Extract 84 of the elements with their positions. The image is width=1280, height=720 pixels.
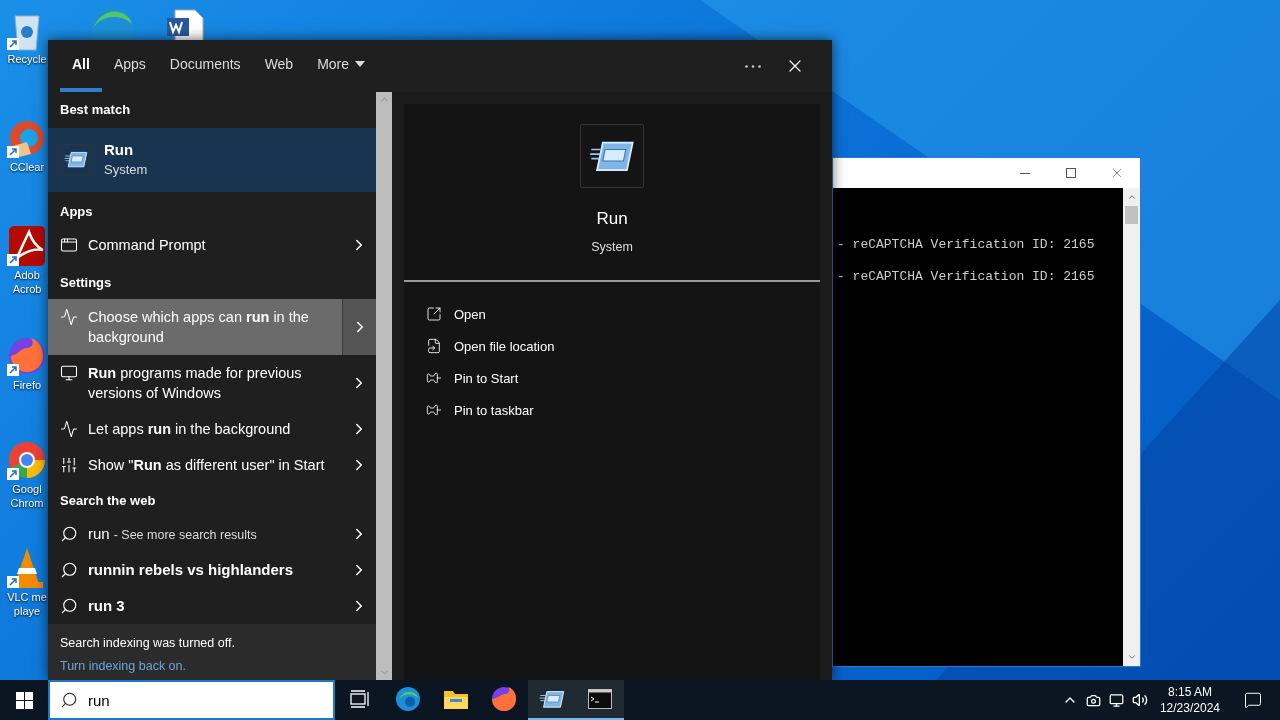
web-result-item[interactable]: run - See more search results bbox=[48, 516, 376, 552]
preview-action[interactable]: Pin to Start bbox=[426, 362, 798, 395]
fox-globe-icon bbox=[491, 686, 517, 712]
desktop-icon-label: VLC me bbox=[7, 590, 47, 604]
run-icon bbox=[64, 149, 88, 170]
preview-action[interactable]: Open bbox=[426, 298, 798, 331]
file-icon bbox=[426, 338, 442, 355]
indexing-message: Search indexing was turned off. bbox=[60, 635, 236, 652]
result-text: Command Prompt bbox=[88, 236, 207, 255]
desktop-icon-label: playe bbox=[13, 604, 41, 618]
filter-tab[interactable]: All bbox=[60, 40, 102, 92]
web-query: runnin rebels vs highlanders bbox=[88, 559, 294, 580]
close-icon bbox=[1110, 166, 1124, 180]
result-item[interactable]: Choose which apps can run in the background bbox=[48, 298, 376, 355]
scroll-thumb[interactable] bbox=[1125, 206, 1138, 224]
search-icon bbox=[60, 525, 78, 543]
scroll-up-icon[interactable] bbox=[1126, 192, 1137, 202]
search-box[interactable]: run bbox=[48, 680, 335, 720]
network-icon[interactable] bbox=[1108, 692, 1124, 708]
desktop-icon-label: Acrob bbox=[12, 282, 42, 296]
result-item[interactable]: Run programs made for previous versions of Windows bbox=[48, 354, 376, 411]
web-query: run 3 bbox=[88, 595, 125, 616]
search-icon bbox=[60, 561, 78, 579]
open-window-icon bbox=[426, 306, 442, 323]
clock-date: 12/23/2024 bbox=[1159, 700, 1220, 716]
camera-icon[interactable] bbox=[1085, 692, 1101, 708]
filter-tab[interactable]: More bbox=[305, 40, 378, 92]
search-icon bbox=[60, 597, 78, 615]
preview-title: Run bbox=[596, 208, 628, 230]
taskbar-app-button[interactable] bbox=[528, 680, 576, 720]
scrollbar[interactable] bbox=[1123, 188, 1140, 666]
task-view-icon bbox=[350, 690, 370, 708]
preview-subtitle: System bbox=[591, 238, 633, 256]
section-heading: Apps bbox=[59, 202, 94, 221]
desktop-icon-label: Googl bbox=[12, 482, 42, 496]
taskbar-app-button[interactable] bbox=[576, 680, 624, 720]
run-dialog-icon bbox=[539, 688, 565, 710]
search-field[interactable]: run bbox=[88, 682, 333, 718]
scroll-down-icon[interactable] bbox=[1126, 652, 1137, 662]
indexing-link[interactable]: Turn indexing back on. bbox=[60, 656, 364, 676]
web-query: run bbox=[88, 523, 110, 544]
result-text: Let apps run in the background bbox=[88, 419, 292, 439]
folder-icon bbox=[443, 688, 469, 710]
section-heading: Search the web bbox=[59, 491, 157, 510]
edge-logo-icon[interactable] bbox=[88, 4, 136, 40]
desktop-icon-label: Recycle bbox=[7, 52, 47, 66]
filter-tab[interactable]: Documents bbox=[157, 40, 253, 92]
result-item[interactable]: Show "Run as different user" in Start bbox=[48, 446, 376, 483]
web-result-item[interactable]: runnin rebels vs highlanders bbox=[48, 552, 376, 588]
notifications-icon[interactable] bbox=[1244, 691, 1262, 709]
caret-icon bbox=[355, 61, 366, 67]
window-icon bbox=[60, 236, 78, 254]
section-heading: Best match bbox=[59, 101, 132, 119]
activity-chart-icon bbox=[60, 419, 78, 438]
clock-time: 8:15 AM bbox=[1167, 684, 1212, 700]
console-line: - reCAPTCHA Verification ID: 2165 bbox=[837, 236, 1096, 254]
windows-logo-icon bbox=[15, 691, 33, 709]
ellipsis-icon bbox=[745, 64, 761, 68]
result-item[interactable]: Let apps run in the background bbox=[48, 410, 376, 447]
monitor-icon bbox=[60, 363, 78, 382]
result-item[interactable]: Command Prompt bbox=[48, 227, 376, 263]
desktop-icon-label: CClear bbox=[9, 160, 45, 174]
web-hint: - See more search results bbox=[113, 526, 257, 544]
volume-icon[interactable] bbox=[1131, 692, 1148, 708]
sliders-icon bbox=[60, 455, 78, 474]
console-icon bbox=[588, 689, 612, 709]
console-line: - reCAPTCHA Verification ID: 2165 bbox=[837, 268, 1096, 286]
activity-chart-icon bbox=[60, 307, 78, 326]
search-icon bbox=[60, 691, 78, 709]
result-text: Show "Run as different user" in Start bbox=[88, 455, 326, 475]
result-text: Run programs made for previous versions of Windows bbox=[88, 363, 303, 403]
desktop-icon-label: Chrom bbox=[10, 496, 44, 510]
filter-tab[interactable]: Apps bbox=[101, 40, 158, 92]
desktop-icon-label: Adob bbox=[14, 268, 40, 282]
pdf-app-icon[interactable] bbox=[7, 224, 47, 268]
filter-tab[interactable]: Web bbox=[252, 40, 306, 92]
edge-logo-icon bbox=[395, 686, 421, 712]
web-result-item[interactable]: run 3 bbox=[48, 588, 376, 624]
desktop-icon-label: Firefo bbox=[12, 378, 42, 392]
preview-action[interactable]: Pin to taskbar bbox=[426, 394, 798, 427]
result-text: Choose which apps can run in the background bbox=[88, 307, 310, 347]
best-match-item[interactable]: Run System bbox=[48, 127, 376, 192]
section-heading: Settings bbox=[59, 274, 113, 292]
preview-action[interactable]: Open file location bbox=[426, 330, 798, 363]
